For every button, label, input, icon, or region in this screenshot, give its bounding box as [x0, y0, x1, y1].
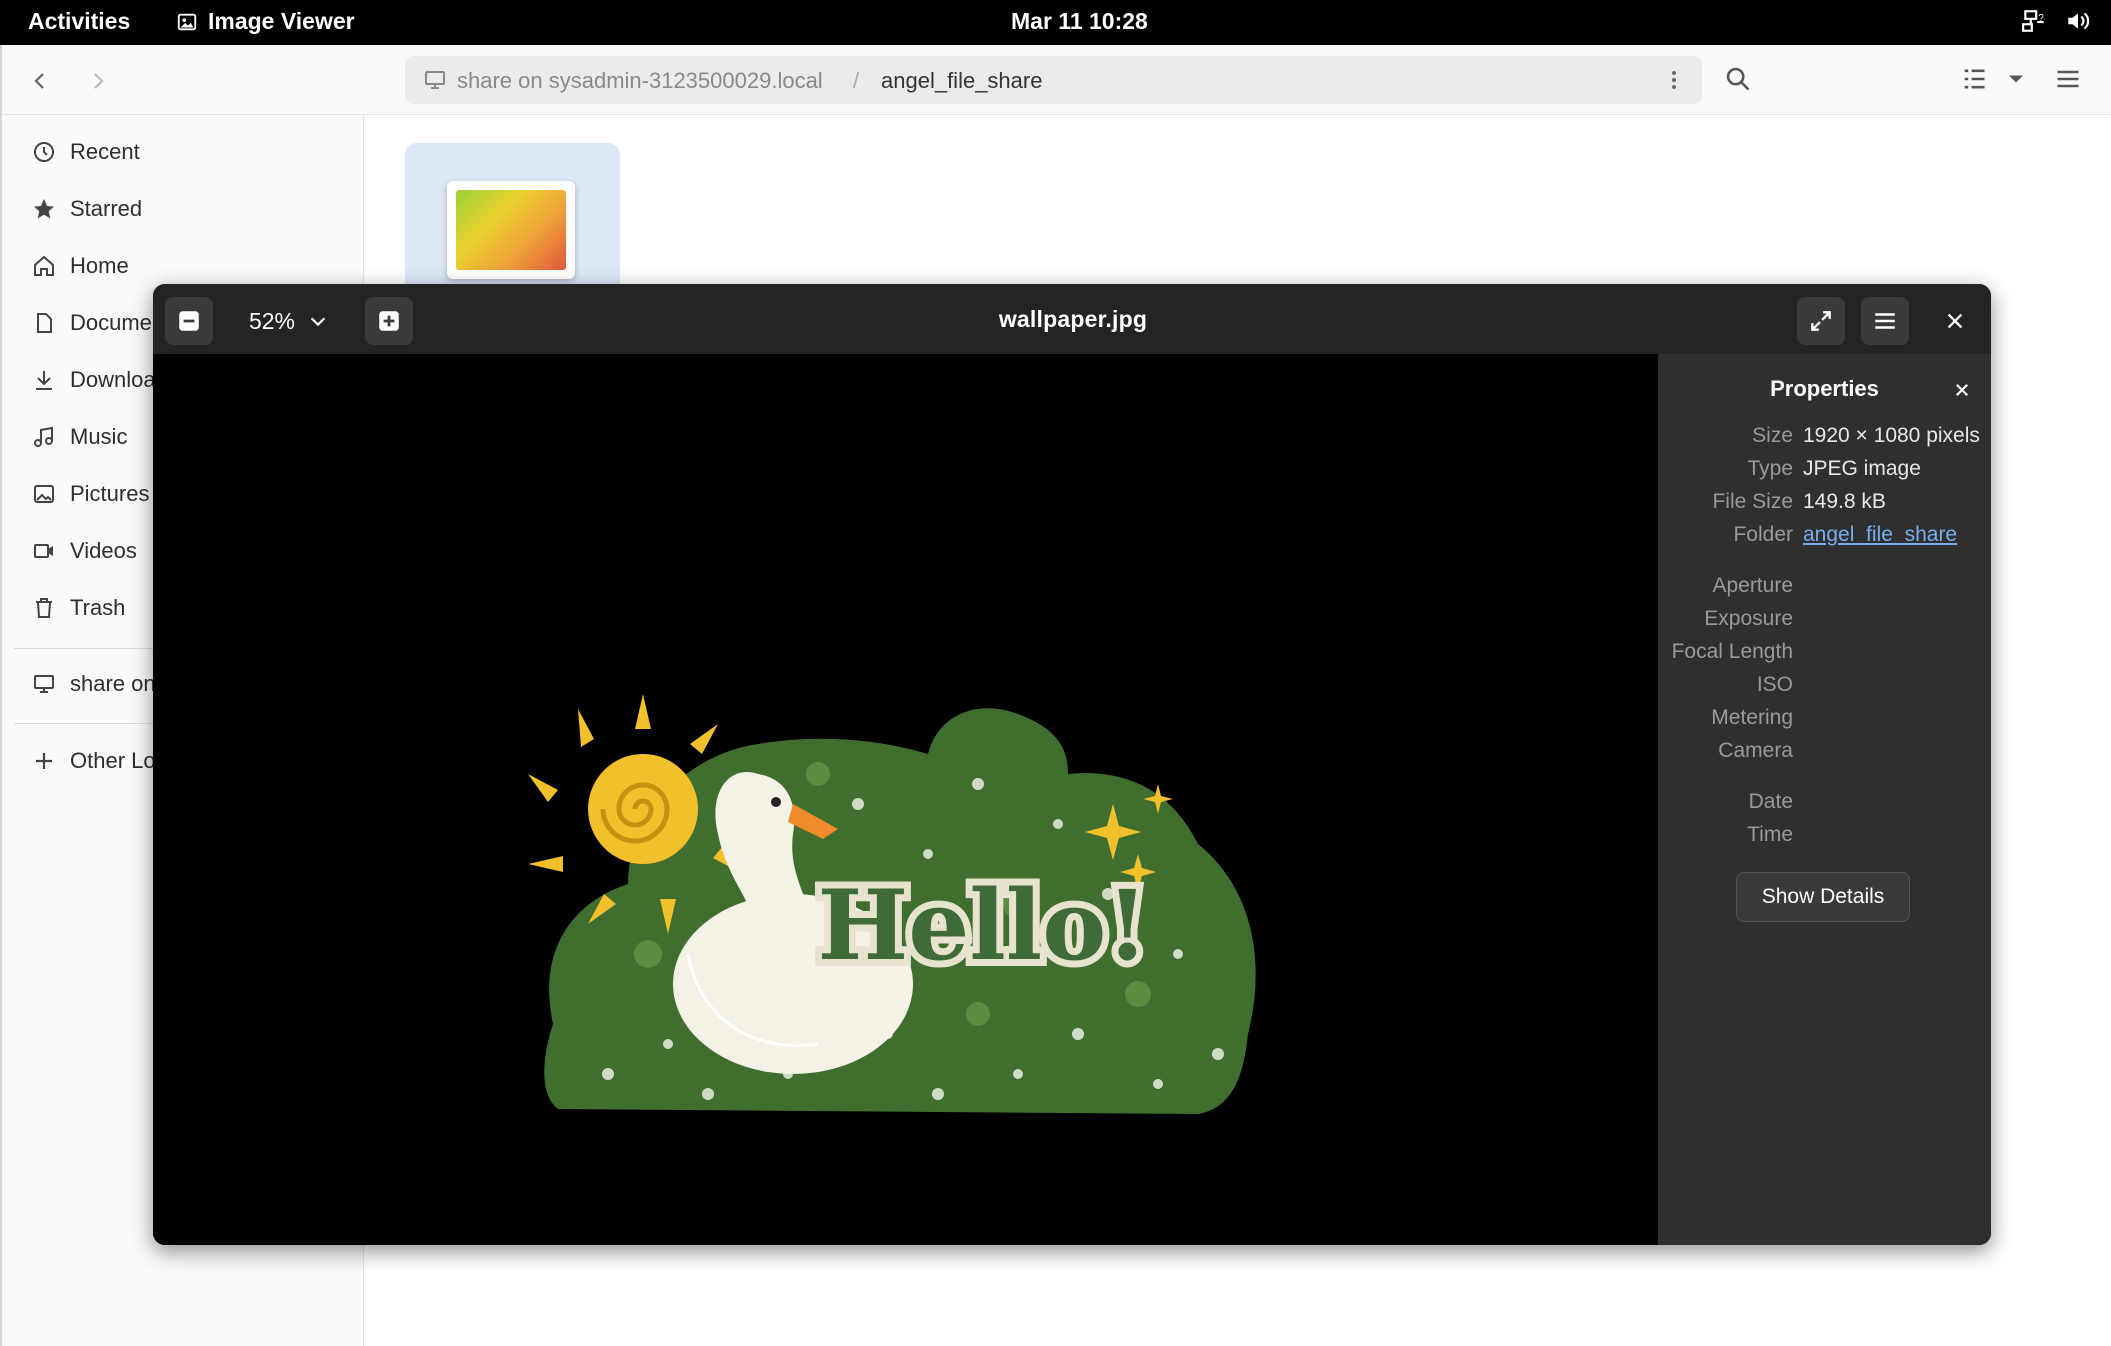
- network-icon: ?: [2022, 10, 2044, 32]
- close-icon: [1947, 313, 1963, 329]
- sidebar-item-recent[interactable]: Recent: [32, 132, 140, 172]
- sidebar-item-label: Starred: [70, 196, 143, 221]
- sidebar-item-label: Home: [70, 253, 129, 278]
- svg-text:?: ?: [2038, 13, 2044, 24]
- property-folder: Folder angel_file_share: [1733, 523, 1958, 547]
- property-metering: Metering: [1711, 706, 1793, 729]
- property-exposure: Exposure: [1704, 607, 1793, 630]
- star-icon: [34, 199, 54, 219]
- download-icon: [36, 371, 52, 390]
- picture-icon: [34, 485, 54, 503]
- viewer-menu-button[interactable]: [1861, 297, 1909, 345]
- sidebar-item-videos[interactable]: Videos: [32, 531, 137, 571]
- sidebar-item-label: Recent: [70, 139, 140, 164]
- gnome-top-bar: Activities Image Viewer Mar 11 10:28 ?: [0, 0, 2111, 45]
- list-view-icon[interactable]: [1960, 65, 1988, 93]
- properties-title: Properties: [1770, 376, 1879, 401]
- property-iso: ISO: [1756, 673, 1793, 696]
- document-icon: [37, 313, 52, 333]
- wallpaper-image: Hello! Hello!: [528, 694, 1256, 1114]
- fullscreen-button[interactable]: [1797, 297, 1845, 345]
- trash-icon: [36, 598, 52, 618]
- property-camera: Camera: [1718, 739, 1793, 762]
- hamburger-menu-icon[interactable]: [2054, 65, 2082, 93]
- image-canvas[interactable]: Hello! Hello!: [153, 354, 1658, 1245]
- music-icon: [34, 426, 53, 447]
- video-icon: [34, 544, 53, 558]
- sidebar-item-home[interactable]: Home: [32, 246, 129, 286]
- property-file-size: File Size 149.8 kB: [1712, 490, 1886, 513]
- path-bar[interactable]: share on sysadmin-3123500029.local / ang…: [405, 56, 1702, 104]
- property-type: Type JPEG image: [1747, 457, 1921, 480]
- sidebar-item-label: Videos: [70, 538, 137, 563]
- sidebar-item-label: Music: [70, 424, 128, 449]
- close-viewer-button[interactable]: [1931, 297, 1979, 345]
- sidebar-item-trash[interactable]: Trash: [32, 588, 125, 628]
- path-segment-share[interactable]: share on sysadmin-3123500029.local: [457, 68, 823, 94]
- path-separator: /: [853, 68, 860, 93]
- sidebar-item-music[interactable]: Music: [32, 417, 127, 457]
- fullscreen-icon: [1811, 311, 1831, 331]
- file-item-wallpaper[interactable]: [405, 143, 620, 293]
- volume-icon: [2068, 12, 2090, 30]
- hamburger-menu-icon: [1875, 313, 1895, 329]
- files-headerbar: share on sysadmin-3123500029.local / ang…: [2, 45, 2111, 115]
- property-focal-length: Focal Length: [1671, 640, 1793, 663]
- chevron-right-icon: [94, 73, 104, 89]
- chevron-left-icon: [34, 73, 44, 89]
- system-tray[interactable]: ?: [2021, 8, 2091, 34]
- sidebar-item-label: Trash: [70, 595, 126, 620]
- show-details-button[interactable]: Show Details: [1736, 872, 1910, 922]
- close-properties-button[interactable]: [1948, 376, 1976, 404]
- sidebar-item-pictures[interactable]: Pictures: [32, 474, 149, 514]
- more-vertical-icon[interactable]: [1662, 68, 1686, 92]
- plus-icon: [36, 753, 52, 769]
- app-name: Image Viewer: [208, 8, 355, 34]
- properties-panel: Properties Size 1920 × 1080 pixels Type …: [1658, 354, 1991, 1245]
- clock-icon: [34, 142, 54, 162]
- chevron-down-icon[interactable]: [2002, 65, 2030, 93]
- clock[interactable]: Mar 11 10:28: [1011, 8, 1148, 35]
- close-icon: [1955, 383, 1969, 397]
- app-menu[interactable]: Image Viewer: [176, 8, 355, 35]
- sidebar-item-starred[interactable]: Starred: [32, 189, 142, 229]
- path-segment-current[interactable]: angel_file_share: [881, 68, 1042, 94]
- back-button[interactable]: [20, 61, 60, 101]
- sidebar-item-label: Pictures: [70, 481, 150, 506]
- home-icon: [34, 255, 54, 276]
- hello-text: Hello!: [818, 869, 1149, 982]
- folder-link[interactable]: angel_file_share: [1803, 523, 1957, 547]
- forward-button[interactable]: [78, 61, 118, 101]
- image-viewer-icon: [177, 13, 197, 30]
- image-thumbnail: [447, 181, 575, 279]
- image-viewer-window: 52% wallpaper.jpg Hello! Hello! Properti…: [153, 284, 1991, 1245]
- property-time: Time: [1747, 823, 1793, 846]
- property-aperture: Aperture: [1712, 574, 1793, 597]
- viewer-headerbar: 52% wallpaper.jpg: [153, 284, 1991, 354]
- search-icon[interactable]: [1724, 65, 1752, 93]
- network-drive-icon: [34, 675, 54, 693]
- activities-button[interactable]: Activities: [28, 8, 130, 35]
- viewer-title: wallpaper.jpg: [998, 306, 1148, 332]
- property-size: Size 1920 × 1080 pixels: [1752, 424, 1980, 447]
- property-date: Date: [1748, 790, 1793, 813]
- network-drive-icon: [425, 71, 445, 89]
